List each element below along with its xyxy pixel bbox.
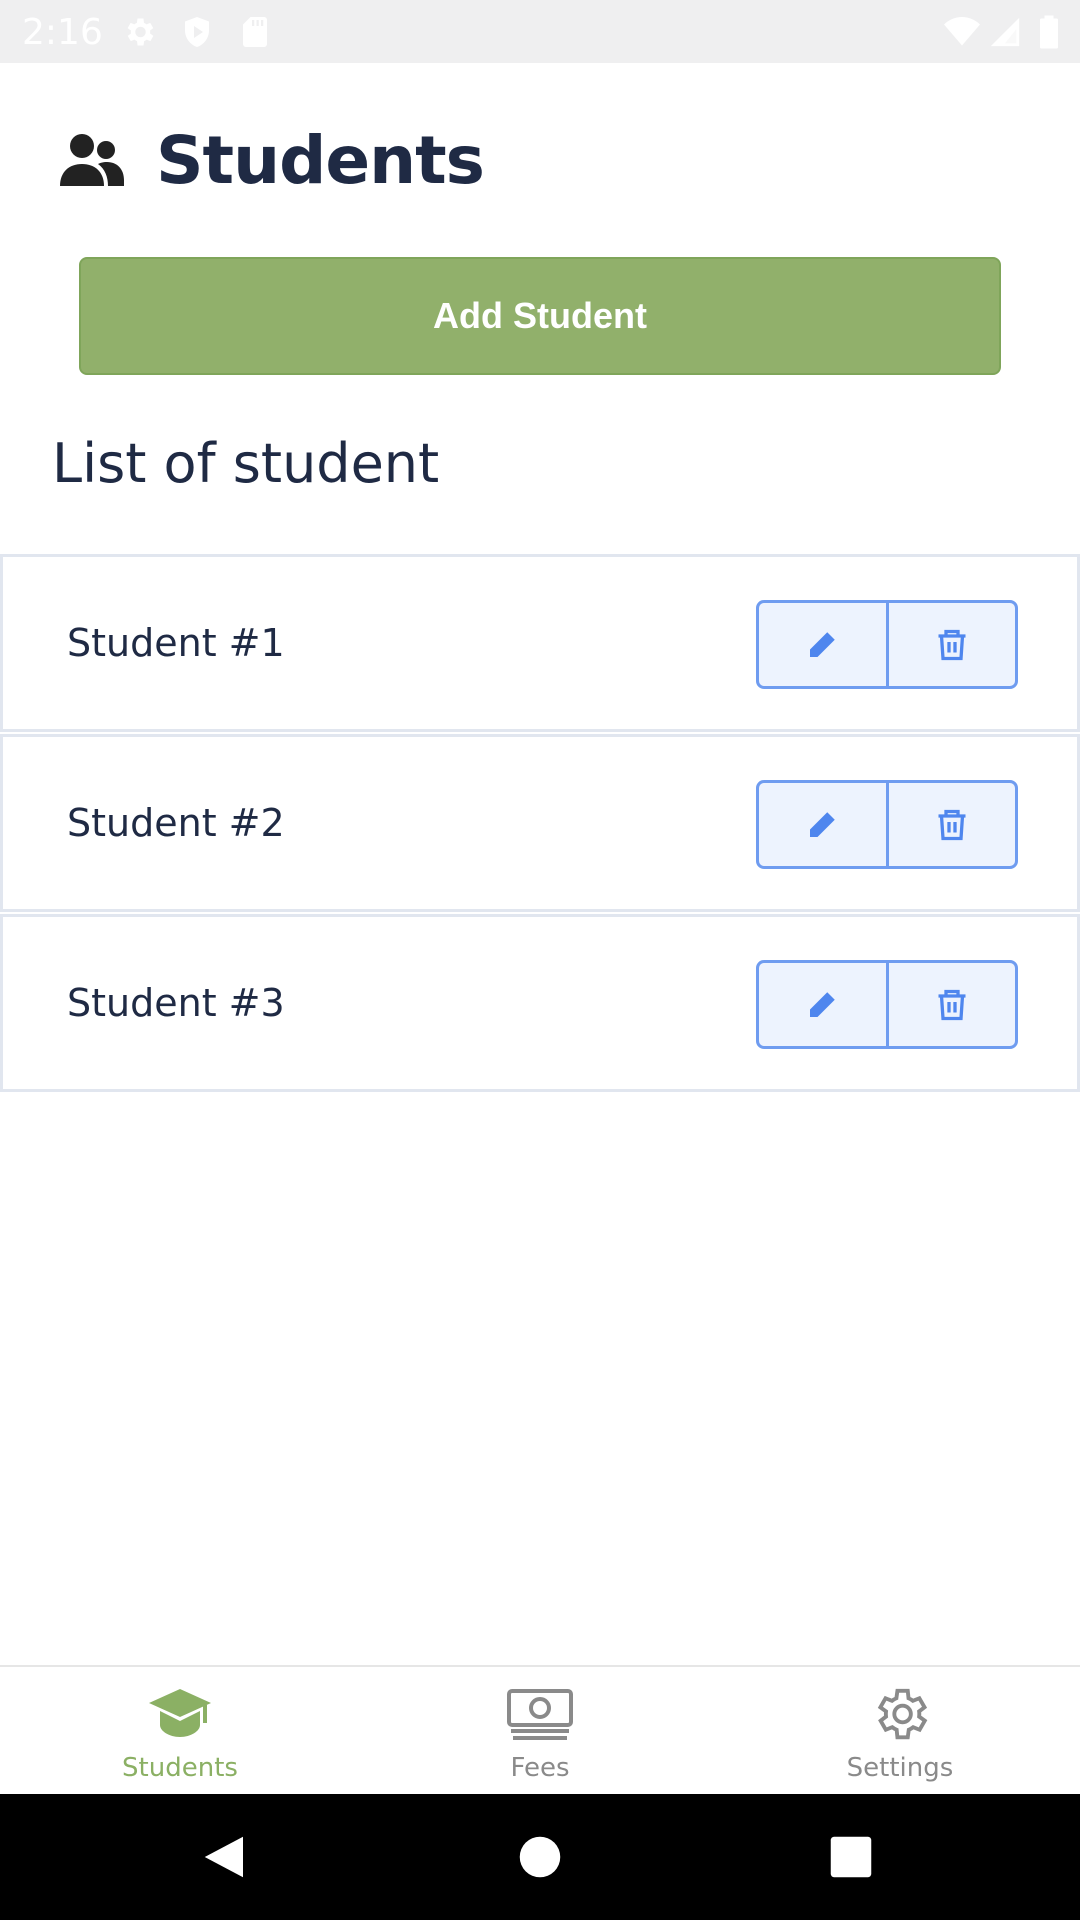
shield-play-icon: [179, 14, 215, 50]
add-student-button[interactable]: Add Student: [79, 257, 1001, 375]
nav-fees[interactable]: Fees: [360, 1667, 720, 1794]
wifi-icon: [940, 14, 984, 50]
back-icon[interactable]: [198, 1830, 252, 1884]
status-bar: 2:16: [0, 0, 1080, 63]
list-item: Student #1: [0, 554, 1080, 732]
pencil-icon: [810, 631, 835, 657]
action-group: [756, 780, 1018, 869]
gear-icon: [865, 1683, 935, 1745]
student-list: Student #1 Student #2 Student #3: [0, 554, 1080, 1094]
home-icon[interactable]: [513, 1830, 567, 1884]
delete-button[interactable]: [885, 783, 1016, 866]
bottom-nav: Students Fees Settings: [0, 1665, 1080, 1794]
gear-icon: [121, 14, 157, 50]
signal-icon: [988, 14, 1022, 50]
list-item: Student #3: [0, 914, 1080, 1092]
sd-card-icon: [237, 14, 273, 50]
battery-icon: [1036, 14, 1062, 50]
nav-students[interactable]: Students: [0, 1667, 360, 1794]
trash-icon: [938, 809, 966, 840]
list-item: Student #2: [0, 734, 1080, 912]
money-icon: [505, 1683, 575, 1745]
action-group: [756, 960, 1018, 1049]
nav-label: Fees: [510, 1753, 570, 1783]
list-title: List of student: [52, 432, 440, 495]
pencil-icon: [810, 991, 835, 1017]
nav-settings[interactable]: Settings: [720, 1667, 1080, 1794]
system-nav-bar: [0, 1794, 1080, 1920]
student-name: Student #2: [67, 801, 285, 845]
trash-icon: [938, 989, 966, 1020]
edit-button[interactable]: [759, 783, 886, 866]
status-time: 2:16: [22, 12, 103, 53]
action-group: [756, 600, 1018, 689]
users-icon: [58, 130, 126, 190]
student-name: Student #1: [67, 621, 285, 665]
trash-icon: [938, 629, 966, 660]
page-title: Students: [156, 121, 485, 199]
student-name: Student #3: [67, 981, 285, 1025]
nav-label: Students: [122, 1753, 238, 1783]
graduation-cap-icon: [145, 1683, 215, 1745]
edit-button[interactable]: [759, 603, 886, 686]
recents-icon[interactable]: [824, 1830, 878, 1884]
page-header: Students: [58, 121, 485, 199]
pencil-icon: [810, 811, 835, 837]
delete-button[interactable]: [885, 603, 1016, 686]
delete-button[interactable]: [885, 963, 1016, 1046]
nav-label: Settings: [846, 1753, 954, 1783]
edit-button[interactable]: [759, 963, 886, 1046]
